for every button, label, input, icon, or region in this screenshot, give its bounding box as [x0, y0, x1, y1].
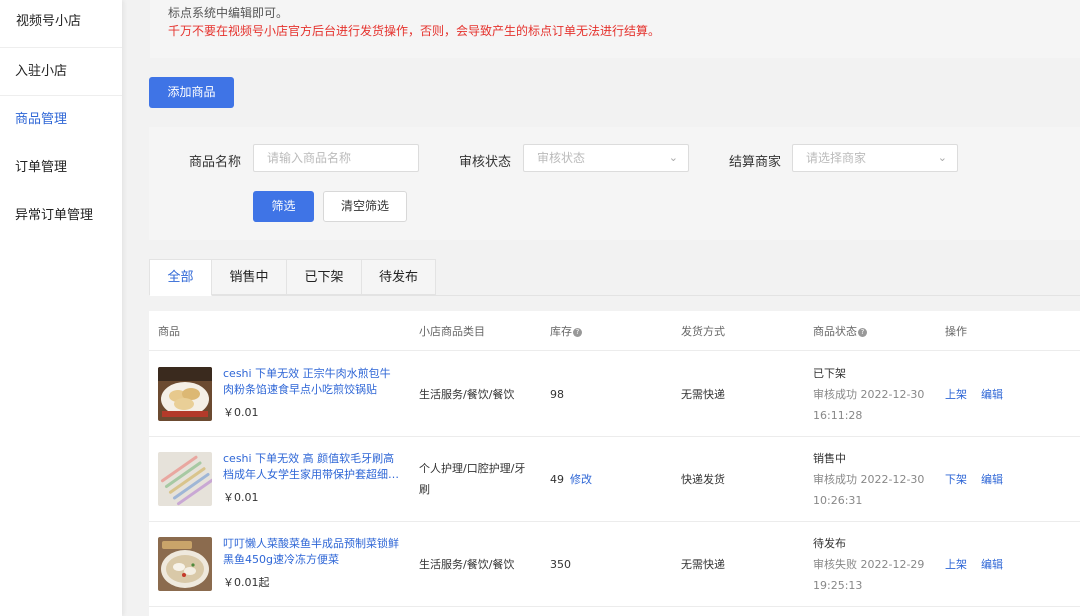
- filter-button[interactable]: 筛选: [253, 191, 314, 222]
- product-status: 待发布 审核失败 2022-12-29 19:25:13: [813, 533, 931, 596]
- sidebar: 视频号小店 入驻小店 商品管理 订单管理 异常订单管理: [0, 0, 122, 616]
- product-price: ￥0.01起: [223, 576, 270, 589]
- product-name-link[interactable]: ceshi 下单无效 高 颜值软毛牙刷高档成年人女学生家用带保护套超细软...: [223, 451, 401, 483]
- table-row: ceshi 下单无效 高 颜值软毛牙刷高档成年人女学生家用带保护套超细软... …: [149, 437, 1080, 522]
- product-stock: 98: [550, 384, 564, 405]
- audit-status-select[interactable]: 审核状态 ⌄: [523, 144, 689, 172]
- chevron-down-icon: ⌄: [937, 151, 947, 164]
- edit-button[interactable]: 编辑: [981, 473, 1003, 486]
- table-header: 商品 小店商品类目 库存? 发货方式 商品状态? 操作: [149, 311, 1080, 351]
- notice-line-1: 标点系统中编辑即可。: [168, 6, 289, 20]
- tab-all[interactable]: 全部: [149, 259, 212, 296]
- merchant-label: 结算商家: [729, 155, 782, 170]
- product-status: 销售中 审核成功 2022-12-30 10:26:31: [813, 448, 931, 511]
- product-name-link[interactable]: 叮叮懒人菜酸菜鱼半成品预制菜锁鲜黑鱼450g速冷冻方便菜: [223, 536, 401, 568]
- col-product: 商品: [158, 325, 180, 338]
- product-price: ￥0.01: [223, 491, 259, 504]
- product-stock: 49 修改: [550, 469, 592, 490]
- stock-value: 49: [550, 473, 564, 486]
- sidebar-item-order-management[interactable]: 订单管理: [0, 144, 122, 192]
- product-shipping: 快递发货: [681, 473, 725, 486]
- stock-value: 98: [550, 388, 564, 401]
- notice-warning: 千万不要在视频号小店官方后台进行发货操作，否则，会导致产生的标点订单无法进行结算…: [168, 24, 661, 38]
- list-button[interactable]: 上架: [945, 388, 967, 401]
- add-product-button[interactable]: 添加商品: [149, 77, 234, 108]
- filter-panel: 商品名称 请输入商品名称 审核状态 审核状态 ⌄ 结算商家 请选择商家 ⌄ 筛选…: [149, 127, 1080, 240]
- chevron-down-icon: ⌄: [668, 151, 678, 164]
- sidebar-item-abnormal-orders[interactable]: 异常订单管理: [0, 192, 122, 240]
- sidebar-title: 视频号小店: [0, 0, 122, 48]
- tab-on-sale[interactable]: 销售中: [211, 259, 287, 295]
- product-shipping: 无需快递: [681, 558, 725, 571]
- product-price: ￥0.01: [223, 406, 259, 419]
- product-name-input[interactable]: 请输入商品名称: [253, 144, 419, 172]
- col-stock: 库存?: [550, 323, 582, 339]
- col-stock-label: 库存: [550, 325, 572, 338]
- sidebar-item-product-management[interactable]: 商品管理: [0, 96, 122, 144]
- notice-box: 标点系统中编辑即可。 千万不要在视频号小店官方后台进行发货操作，否则，会导致产生…: [150, 0, 1080, 58]
- status-tabs: 全部 销售中 已下架 待发布: [149, 259, 1080, 296]
- audit-info: 审核成功 2022-12-30 16:11:28: [813, 388, 925, 422]
- sidebar-item-join-store[interactable]: 入驻小店: [0, 48, 122, 96]
- product-stock: 350: [550, 554, 571, 575]
- product-name-label: 商品名称: [189, 155, 242, 170]
- modify-stock-link[interactable]: 修改: [570, 473, 592, 486]
- help-icon[interactable]: ?: [858, 328, 867, 337]
- fish-dish-icon[interactable]: [158, 537, 212, 591]
- product-shipping: 无需快递: [681, 388, 725, 401]
- help-icon[interactable]: ?: [573, 328, 582, 337]
- product-status: 已下架 审核成功 2022-12-30 16:11:28: [813, 363, 931, 426]
- col-shipping: 发货方式: [681, 325, 725, 338]
- audit-status-placeholder: 审核状态: [537, 151, 586, 165]
- col-status-label: 商品状态: [813, 325, 857, 338]
- audit-status-label: 审核状态: [459, 155, 512, 170]
- col-status: 商品状态?: [813, 323, 867, 339]
- list-button[interactable]: 上架: [945, 558, 967, 571]
- tab-pending[interactable]: 待发布: [361, 259, 436, 295]
- main-content: 标点系统中编辑即可。 千万不要在视频号小店官方后台进行发货操作，否则，会导致产生…: [136, 0, 1080, 616]
- edit-button[interactable]: 编辑: [981, 558, 1003, 571]
- product-category: 生活服务/餐饮/餐饮: [419, 388, 515, 401]
- merchant-select[interactable]: 请选择商家 ⌄: [792, 144, 958, 172]
- audit-info: 审核成功 2022-12-30 10:26:31: [813, 473, 925, 507]
- status-badge: 已下架: [813, 367, 846, 380]
- product-category: 生活服务/餐饮/餐饮: [419, 558, 515, 571]
- col-category: 小店商品类目: [419, 325, 485, 338]
- delist-button[interactable]: 下架: [945, 473, 967, 486]
- stock-value: 350: [550, 558, 571, 571]
- food-dumplings-icon[interactable]: [158, 367, 212, 421]
- row-actions: 上架 编辑: [945, 384, 1017, 405]
- row-actions: 上架 编辑: [945, 554, 1017, 575]
- table-row: 叮叮懒人菜酸菜鱼半成品预制菜锁鲜黑鱼450g速冷冻方便菜 ￥0.01起 生活服务…: [149, 522, 1080, 607]
- table-row: ceshi 下单无效 正宗牛肉水煎包牛肉粉条馅速食早点小吃煎饺锅贴 ￥0.01 …: [149, 352, 1080, 437]
- product-table: 商品 小店商品类目 库存? 发货方式 商品状态? 操作 ceshi 下单无效 正…: [149, 311, 1080, 616]
- merchant-placeholder: 请选择商家: [806, 151, 867, 165]
- tab-off-shelf[interactable]: 已下架: [286, 259, 362, 295]
- status-badge: 销售中: [813, 452, 846, 465]
- row-actions: 下架 编辑: [945, 469, 1017, 490]
- edit-button[interactable]: 编辑: [981, 388, 1003, 401]
- audit-info: 审核失败 2022-12-29 19:25:13: [813, 558, 925, 592]
- col-ops: 操作: [945, 325, 967, 338]
- product-name-link[interactable]: ceshi 下单无效 正宗牛肉水煎包牛肉粉条馅速食早点小吃煎饺锅贴: [223, 366, 401, 398]
- product-category: 个人护理/口腔护理/牙刷: [419, 462, 526, 496]
- toothbrush-icon[interactable]: [158, 452, 212, 506]
- status-badge: 待发布: [813, 537, 846, 550]
- clear-filter-button[interactable]: 清空筛选: [323, 191, 407, 222]
